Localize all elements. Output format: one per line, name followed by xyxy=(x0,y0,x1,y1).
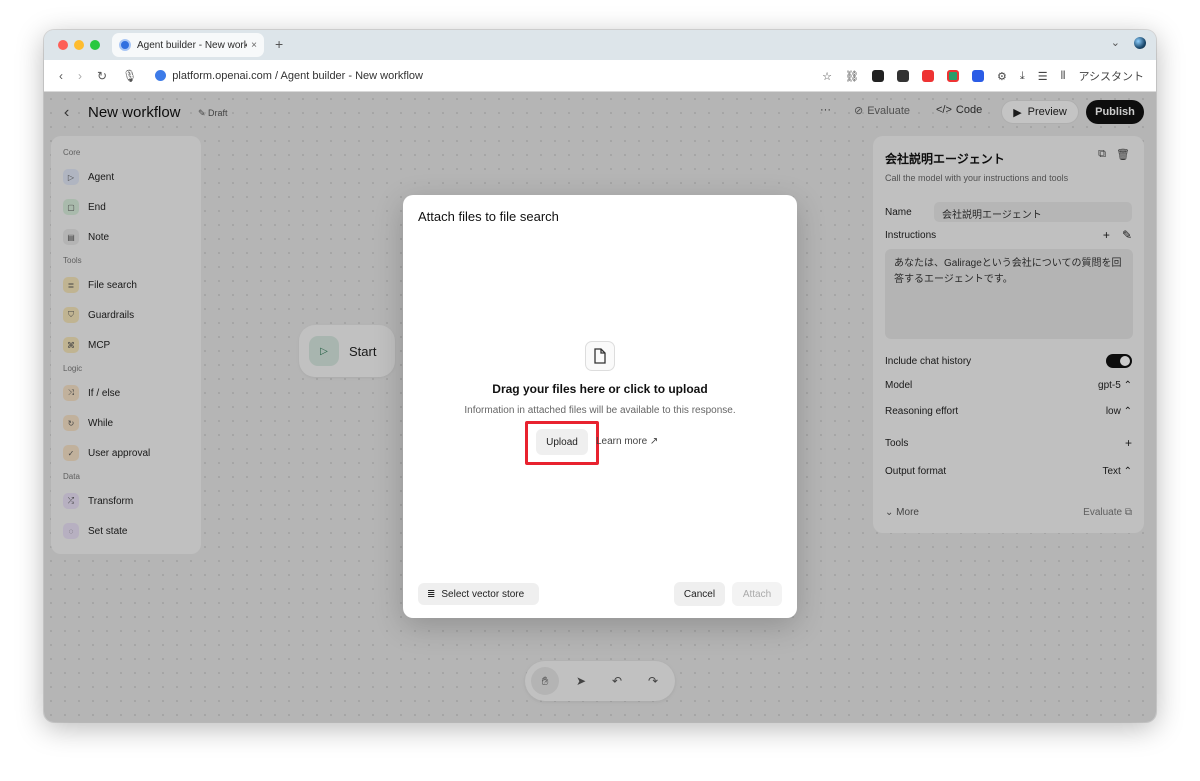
tab-bar: Agent builder - New workflo × + ⌄ xyxy=(44,30,1156,60)
browser-window: Agent builder - New workflo × + ⌄ ‹ › ↻ … xyxy=(44,30,1156,722)
assistant-button[interactable]: アシスタント xyxy=(1078,68,1144,84)
audio-wave-icon[interactable]: ⦀ xyxy=(1061,70,1066,83)
extension-y-icon[interactable] xyxy=(971,70,984,82)
drop-zone-heading[interactable]: Drag your files here or click to upload xyxy=(403,382,797,396)
bookmark-star-icon[interactable]: ☆ xyxy=(822,70,832,83)
select-vector-store-button[interactable]: ≣ Select vector store xyxy=(418,583,539,605)
link-icon[interactable]: ⛓ xyxy=(845,70,859,83)
url-field[interactable]: platform.openai.com / Agent builder - Ne… xyxy=(155,70,423,82)
database-icon: ≣ xyxy=(427,588,436,600)
dialog-title: Attach files to file search xyxy=(418,209,559,224)
extension-send-icon[interactable] xyxy=(896,70,909,82)
browser-tab[interactable]: Agent builder - New workflo × xyxy=(112,33,264,57)
forward-nav-icon[interactable]: › xyxy=(78,69,82,83)
profile-avatar[interactable] xyxy=(1134,36,1146,49)
tab-title: Agent builder - New workflo xyxy=(137,39,248,51)
cancel-button[interactable]: Cancel xyxy=(674,582,725,606)
select-vector-store-label: Select vector store xyxy=(441,588,525,600)
file-icon[interactable] xyxy=(585,341,615,371)
extension-pen-icon[interactable] xyxy=(871,70,884,82)
extension-youtube-icon[interactable] xyxy=(921,70,934,82)
learn-more-link[interactable]: Learn more ↗ xyxy=(596,436,658,447)
url-text: platform.openai.com / Agent builder - Ne… xyxy=(172,69,423,82)
attach-files-dialog: Attach files to file search Drag your fi… xyxy=(403,195,797,618)
zoom-window-button[interactable] xyxy=(90,40,100,50)
close-window-button[interactable] xyxy=(58,40,68,50)
attach-button[interactable]: Attach xyxy=(732,582,782,606)
back-nav-icon[interactable]: ‹ xyxy=(59,69,63,83)
address-bar: ‹ › ↻ 🎙︎ platform.openai.com / Agent bui… xyxy=(44,60,1156,92)
new-tab-button[interactable]: + xyxy=(275,36,283,52)
openai-favicon-icon xyxy=(119,39,131,51)
highlight-box xyxy=(525,421,599,465)
minimize-window-button[interactable] xyxy=(74,40,84,50)
chevron-down-icon[interactable]: ⌄ xyxy=(1111,36,1120,49)
menu-lines-icon[interactable]: ☰ xyxy=(1038,70,1048,83)
drop-zone-subtext: Information in attached files will be av… xyxy=(464,405,736,416)
extension-puzzle-icon[interactable]: ⚙ xyxy=(997,70,1007,83)
site-icon xyxy=(155,70,167,81)
download-icon[interactable]: ⤓ xyxy=(1020,70,1025,83)
extension-target-icon[interactable] xyxy=(946,70,959,82)
microphone-icon[interactable]: 🎙︎ xyxy=(122,69,137,83)
close-tab-icon[interactable]: × xyxy=(251,40,257,51)
reload-icon[interactable]: ↻ xyxy=(97,69,107,83)
